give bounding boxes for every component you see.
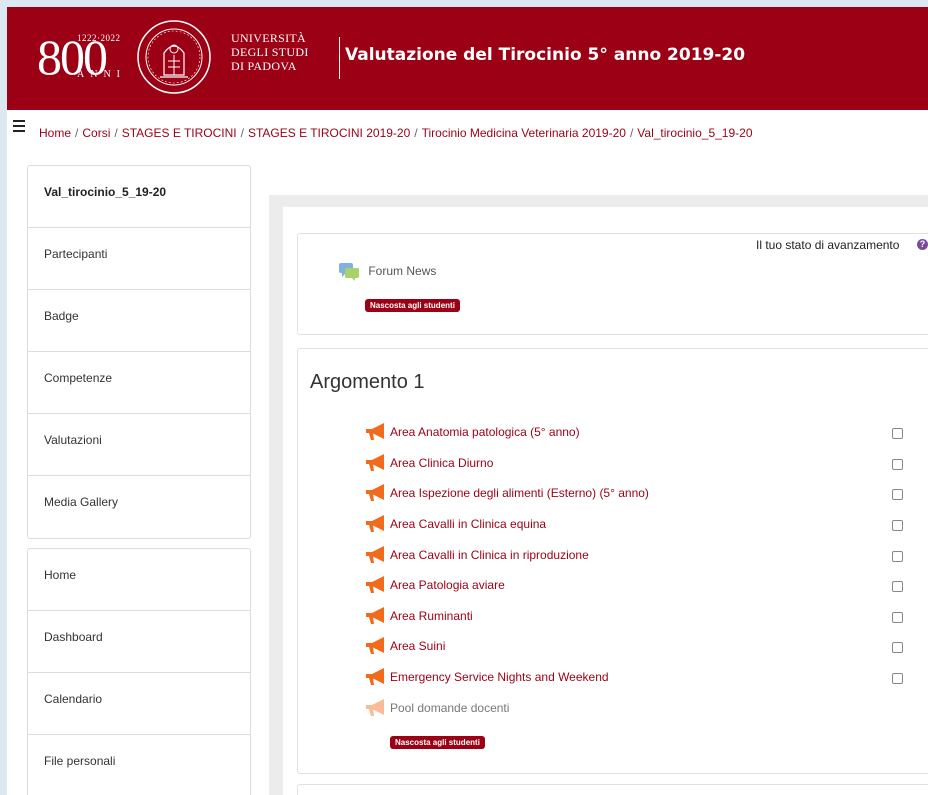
section-title: Argomento 1 [310,371,425,393]
completion-checkbox[interactable] [892,520,903,531]
completion-checkbox[interactable] [892,642,903,653]
completion-checkbox[interactable] [892,459,903,470]
nav-item-file-personali[interactable]: File personali [28,735,250,795]
hidden-from-students-badge: Nascosta agli studenti [365,299,460,312]
feedback-megaphone-icon [366,423,384,440]
university-line: UNIVERSITÀ [231,31,306,45]
nav-item-calendario[interactable]: Calendario [28,673,250,735]
nav-item-media-gallery[interactable]: Media Gallery [28,476,250,538]
nav-item-badge[interactable]: Badge [28,290,250,352]
nav-item-dashboard[interactable]: Dashboard [28,611,250,673]
site-header: 800 1222·2022 ANNI UNIVERSITÀ DEGLI STUD… [7,7,928,110]
activity-label: Area Ruminanti [390,609,473,623]
breadcrumb-bar: Home / Corsi / STAGES E TIROCINI / STAGES E TI… [7,110,928,150]
completion-checkbox[interactable] [892,551,903,562]
feedback-megaphone-icon [366,484,384,501]
completion-checkbox[interactable] [892,489,903,500]
completion-checkbox[interactable] [892,581,903,592]
feedback-megaphone-icon [366,607,384,624]
forum-hidden-wrap: Nascosta agli studenti [365,295,460,313]
breadcrumb-home[interactable]: Home [39,126,71,140]
activity-item[interactable]: Area Patologia aviare [364,575,505,597]
feedback-megaphone-icon [366,668,384,685]
nav-item-competenze[interactable]: Competenze [28,352,250,414]
forum-news-activity[interactable]: Forum News [338,262,436,282]
activity-item[interactable]: Area Cavalli in Clinica equina [364,514,546,536]
progress-label: Il tuo stato di avanzamento [756,238,900,252]
university-name: UNIVERSITÀ DEGLI STUDI DI PADOVA [231,31,309,73]
university-seal-icon [137,20,211,94]
general-section: Il tuo stato di avanzamento ? Forum News… [297,233,928,335]
activity-label: Area Cavalli in Clinica equina [390,517,547,531]
feedback-megaphone-icon [366,699,384,716]
breadcrumb-separator: / [75,126,79,140]
completion-checkbox[interactable] [892,673,903,684]
activity-label: Emergency Service Nights and Weekend [390,670,609,684]
forum-news-label: Forum News [368,264,437,279]
activity-label: Area Patologia aviare [390,578,505,592]
breadcrumb-tirocinio[interactable]: Tirocinio Medicina Veterinaria 2019-20 [422,126,626,140]
next-section [297,784,928,795]
feedback-megaphone-icon [366,515,384,532]
nav-item-course[interactable]: Val_tirocinio_5_19-20 [28,166,250,228]
activity-item[interactable]: Area Ruminanti [364,606,473,628]
activity-item-hidden[interactable]: Pool domande docenti [364,698,509,720]
activity-item[interactable]: Area Anatomia patologica (5° anno) [364,422,580,444]
forum-icon [339,263,359,281]
course-title[interactable]: Valutazione del Tirocinio 5° anno 2019-2… [345,45,745,65]
app-frame: 800 1222·2022 ANNI UNIVERSITÀ DEGLI STUD… [7,7,928,795]
help-icon[interactable]: ? [917,239,928,250]
activity-item[interactable]: Area Clinica Diurno [364,453,493,475]
breadcrumb-corsi[interactable]: Corsi [82,126,110,140]
breadcrumb-current-course[interactable]: Val_tirocinio_5_19-20 [637,126,752,140]
logo-800-anni[interactable]: 800 1222·2022 ANNI [37,29,133,89]
feedback-megaphone-icon [366,546,384,563]
breadcrumb-separator: / [414,126,418,140]
breadcrumb-stages[interactable]: STAGES E TIROCINI [122,126,237,140]
nav-item-partecipanti[interactable]: Partecipanti [28,228,250,290]
activity-item[interactable]: Area Ispezione degli alimenti (Esterno) … [364,483,649,505]
breadcrumb-separator: / [629,126,634,140]
feedback-megaphone-icon [366,637,384,654]
site-nav: Home Dashboard Calendario File personali [27,548,251,795]
nav-item-home[interactable]: Home [28,549,250,611]
nav-item-valutazioni[interactable]: Valutazioni [28,414,250,476]
activity-hidden-wrap: Nascosta agli studenti [390,732,485,750]
feedback-megaphone-icon [366,576,384,593]
activity-label: Area Clinica Diurno [390,456,494,470]
breadcrumb-separator: / [240,126,244,140]
header-divider [339,37,340,79]
activity-label: Area Suini [390,639,446,653]
course-nav: Val_tirocinio_5_19-20 Partecipanti Badge… [27,165,251,539]
activity-label: Area Ispezione degli alimenti (Esterno) … [390,486,649,500]
logo-years: 1222·2022 [77,33,121,43]
activity-label: Pool domande docenti [390,701,510,715]
hidden-from-students-badge: Nascosta agli studenti [390,736,485,749]
breadcrumb-stages-2019-20[interactable]: STAGES E TIROCINI 2019-20 [248,126,410,140]
activity-label: Area Anatomia patologica (5° anno) [390,425,580,439]
activity-item[interactable]: Area Cavalli in Clinica in riproduzione [364,545,589,567]
breadcrumb-separator: / [114,126,118,140]
topic-section: Argomento 1 Area Anatomia patologica (5°… [297,348,928,774]
university-line: DI PADOVA [231,59,297,73]
activity-label: Area Cavalli in Clinica in riproduzione [390,548,589,562]
menu-toggle-icon[interactable] [13,120,25,132]
completion-checkbox[interactable] [892,428,903,439]
activity-item[interactable]: Emergency Service Nights and Weekend [364,667,609,689]
breadcrumb: Home / Corsi / STAGES E TIROCINI / STAGES E TI… [39,126,753,140]
feedback-megaphone-icon [366,454,384,471]
logo-anni: ANNI [77,69,126,80]
completion-checkbox[interactable] [892,612,903,623]
university-line: DEGLI STUDI [231,45,309,59]
activity-item[interactable]: Area Suini [364,636,445,658]
